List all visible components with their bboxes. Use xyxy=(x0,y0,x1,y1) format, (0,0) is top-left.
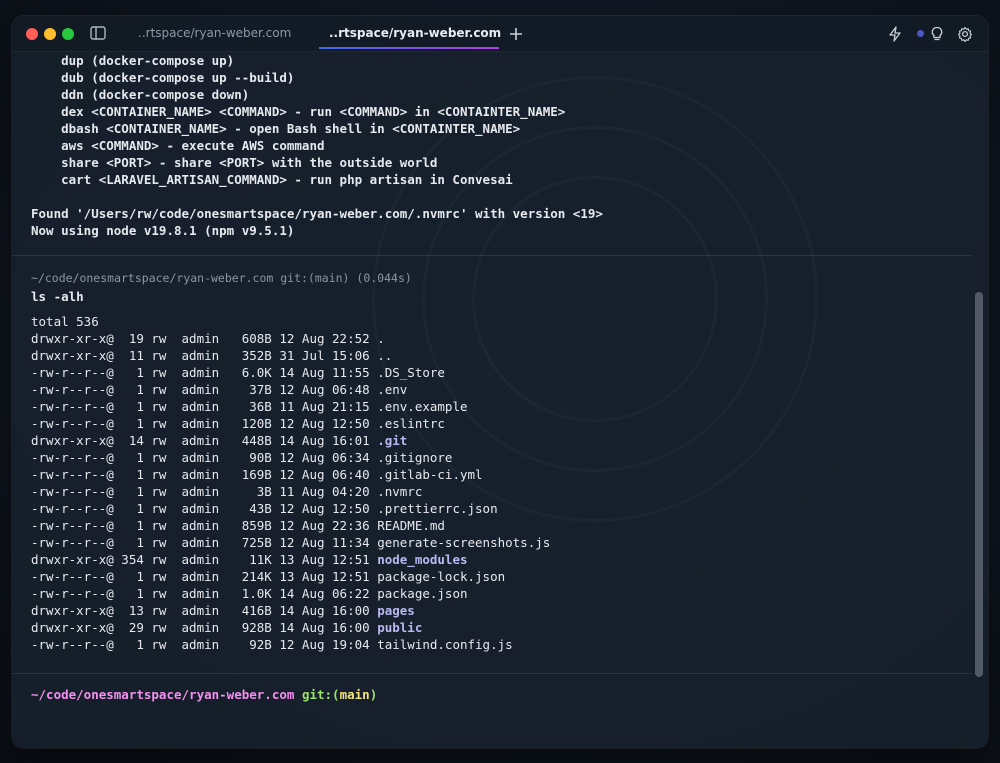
title-bar: ..rtspace/ryan-weber.com ..rtspace/ryan-… xyxy=(12,16,988,52)
prompt-path: ~/code/onesmartspace/ryan-weber.com xyxy=(31,687,295,702)
scrollbar-thumb[interactable] xyxy=(975,292,983,677)
alias-line: dbash <CONTAINER_NAME> - open Bash shell… xyxy=(31,121,521,136)
command-block-meta: ~/code/onesmartspace/ryan-weber.com git:… xyxy=(31,271,412,285)
file-name: .eslintrc xyxy=(377,416,445,431)
file-row: -rw-r--r--@ 1 rw admin 92B 12 Aug 19:04 … xyxy=(31,637,513,652)
command-text: ls -alh xyxy=(31,289,84,304)
file-row: -rw-r--r--@ 1 rw admin 725B 12 Aug 11:34… xyxy=(31,535,551,550)
file-row: drwxr-xr-x@ 354 rw admin 11K 13 Aug 12:5… xyxy=(31,552,468,567)
nvm-using-line: Now using node v19.8.1 (npm v9.5.1) xyxy=(31,223,295,238)
file-name: .gitignore xyxy=(377,450,453,465)
minimize-window-button[interactable] xyxy=(44,28,56,40)
plus-icon[interactable] xyxy=(509,27,523,41)
alias-line: ddn (docker-compose down) xyxy=(31,87,250,102)
block-separator xyxy=(12,255,972,256)
file-row: drwxr-xr-x@ 13 rw admin 416B 14 Aug 16:0… xyxy=(31,603,415,618)
tab-active[interactable]: ..rtspace/ryan-weber.com xyxy=(329,16,501,51)
file-row: -rw-r--r--@ 1 rw admin 169B 12 Aug 06:40… xyxy=(31,467,483,482)
tab-inactive[interactable]: ..rtspace/ryan-weber.com xyxy=(138,16,291,51)
file-name: .gitlab-ci.yml xyxy=(377,467,483,482)
prompt-git-label: git:( xyxy=(301,687,340,702)
nvm-found-line: Found '/Users/rw/code/onesmartspace/ryan… xyxy=(31,206,603,221)
file-name: . xyxy=(377,331,385,346)
lightbulb-icon[interactable] xyxy=(930,26,944,42)
file-row: -rw-r--r--@ 1 rw admin 36B 11 Aug 21:15 … xyxy=(31,399,468,414)
file-row: -rw-r--r--@ 1 rw admin 859B 12 Aug 22:36… xyxy=(31,518,445,533)
alias-line: cart <LARAVEL_ARTISAN_COMMAND> - run php… xyxy=(31,172,513,187)
file-row: drwxr-xr-x@ 29 rw admin 928B 14 Aug 16:0… xyxy=(31,620,423,635)
alias-line: dub (docker-compose up --build) xyxy=(31,70,295,85)
file-row: -rw-r--r--@ 1 rw admin 43B 12 Aug 12:50 … xyxy=(31,501,498,516)
ls-total: total 536 xyxy=(31,314,99,329)
file-name: tailwind.config.js xyxy=(377,637,513,652)
file-name: package.json xyxy=(377,586,468,601)
file-row: drwxr-xr-x@ 19 rw admin 608B 12 Aug 22:5… xyxy=(31,331,385,346)
file-row: -rw-r--r--@ 1 rw admin 214K 13 Aug 12:51… xyxy=(31,569,506,584)
file-name: package-lock.json xyxy=(377,569,506,584)
close-window-button[interactable] xyxy=(26,28,38,40)
directory-name: public xyxy=(377,620,423,635)
file-name: .env.example xyxy=(377,399,468,414)
file-row: -rw-r--r--@ 1 rw admin 3B 11 Aug 04:20 .… xyxy=(31,484,423,499)
gear-icon[interactable] xyxy=(957,26,973,42)
directory-name: .git xyxy=(377,433,408,448)
active-tab-indicator xyxy=(319,47,499,49)
file-row: drwxr-xr-x@ 14 rw admin 448B 14 Aug 16:0… xyxy=(31,433,408,448)
file-name: .DS_Store xyxy=(377,365,445,380)
file-row: -rw-r--r--@ 1 rw admin 37B 12 Aug 06:48 … xyxy=(31,382,408,397)
zoom-window-button[interactable] xyxy=(62,28,74,40)
file-row: -rw-r--r--@ 1 rw admin 120B 12 Aug 12:50… xyxy=(31,416,445,431)
lightning-bolt-icon[interactable] xyxy=(888,26,902,42)
alias-line: dex <CONTAINER_NAME> <COMMAND> - run <CO… xyxy=(31,104,566,119)
file-name: .nvmrc xyxy=(377,484,423,499)
file-row: -rw-r--r--@ 1 rw admin 1.0K 14 Aug 06:22… xyxy=(31,586,468,601)
prompt-git-close: ) xyxy=(369,687,378,702)
terminal-window: ..rtspace/ryan-weber.com ..rtspace/ryan-… xyxy=(12,16,988,748)
file-name: .prettierrc.json xyxy=(377,501,498,516)
file-row: -rw-r--r--@ 1 rw admin 90B 12 Aug 06:34 … xyxy=(31,450,453,465)
file-name: README.md xyxy=(377,518,445,533)
file-row: drwxr-xr-x@ 11 rw admin 352B 31 Jul 15:0… xyxy=(31,348,393,363)
file-name: .. xyxy=(377,348,393,363)
status-dot-icon xyxy=(917,30,924,37)
sidebar-toggle-icon[interactable] xyxy=(90,26,106,40)
prompt-branch: main xyxy=(339,687,370,702)
alias-line: dup (docker-compose up) xyxy=(31,53,235,68)
terminal-output[interactable]: dup (docker-compose up) dub (docker-comp… xyxy=(12,52,988,748)
active-prompt[interactable]: ~/code/onesmartspace/ryan-weber.com git:… xyxy=(31,686,377,703)
directory-name: node_modules xyxy=(377,552,468,567)
file-row: -rw-r--r--@ 1 rw admin 6.0K 14 Aug 11:55… xyxy=(31,365,445,380)
alias-line: share <PORT> - share <PORT> with the out… xyxy=(31,155,438,170)
alias-line: aws <COMMAND> - execute AWS command xyxy=(31,138,325,153)
directory-name: pages xyxy=(377,603,415,618)
file-name: generate-screenshots.js xyxy=(377,535,551,550)
file-name: .env xyxy=(377,382,408,397)
block-separator xyxy=(12,673,972,674)
